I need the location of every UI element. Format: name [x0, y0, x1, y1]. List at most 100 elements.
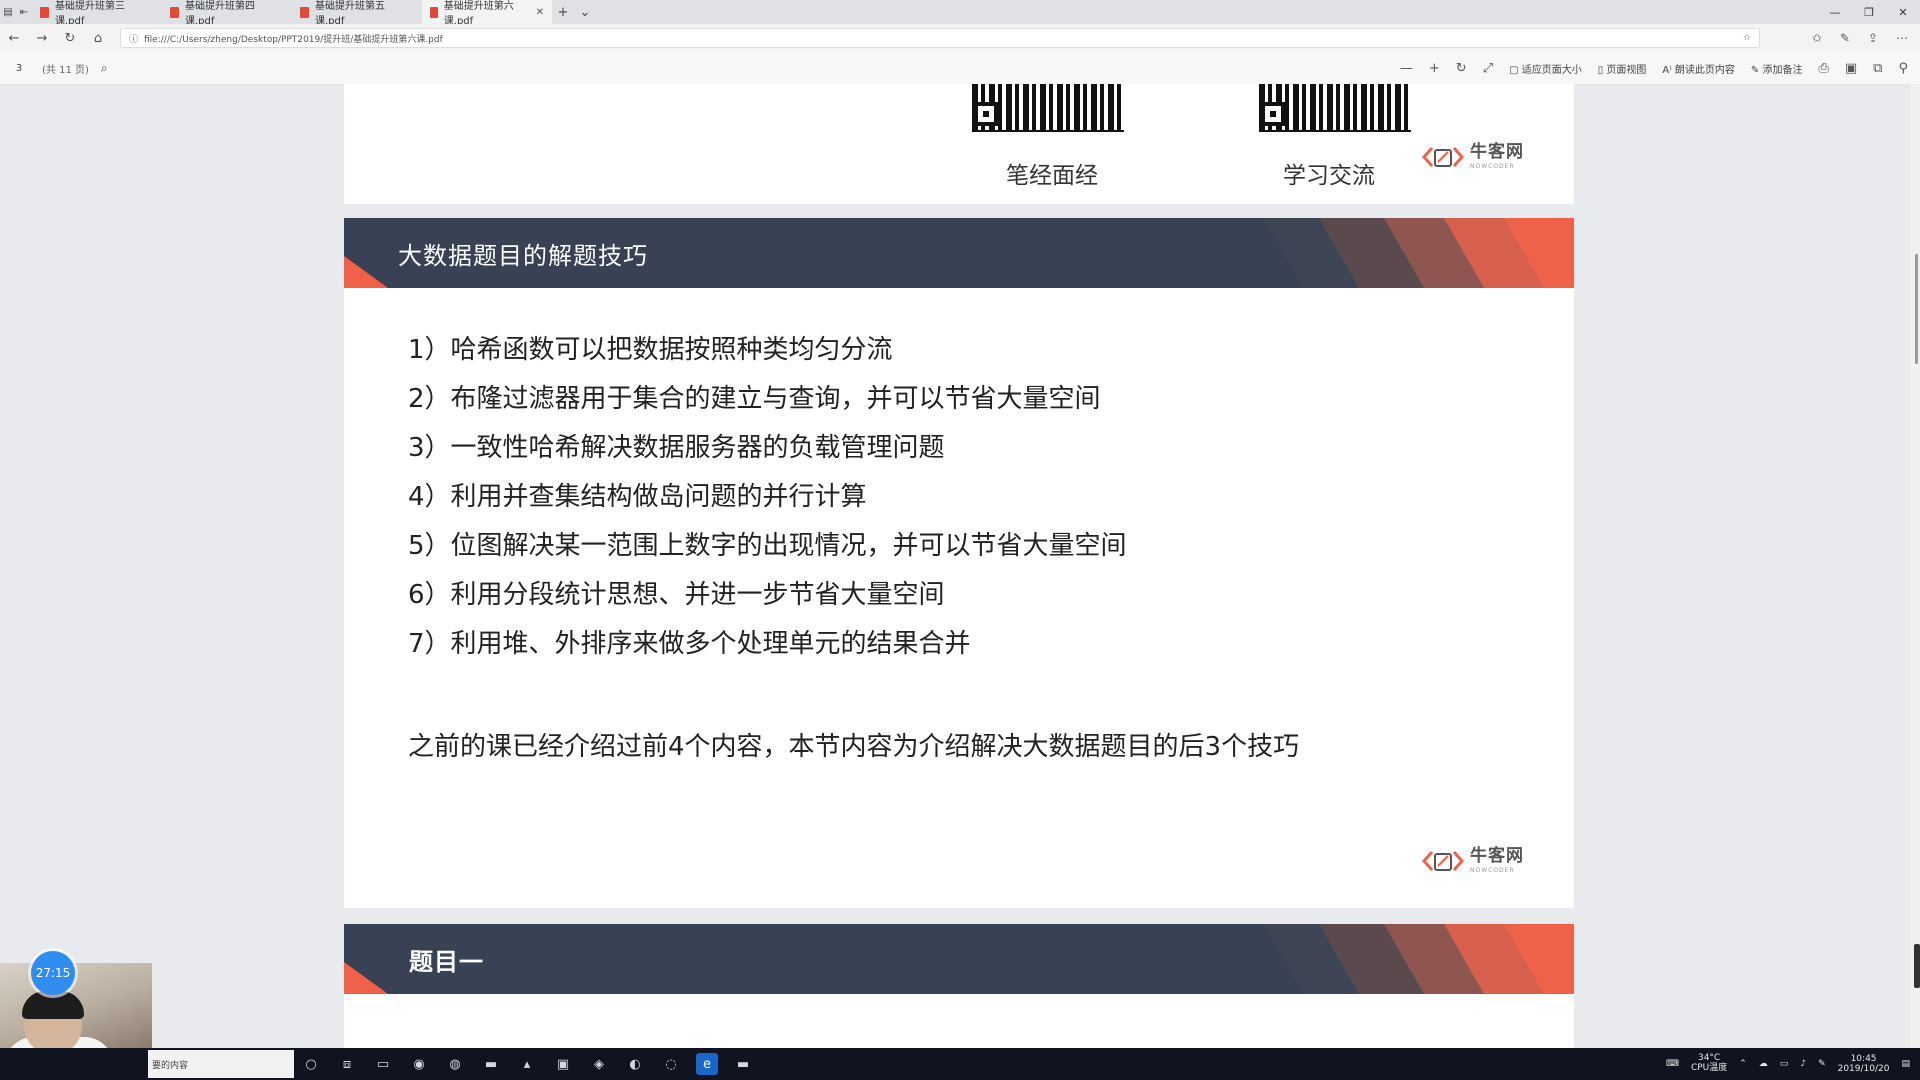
cpu-temp-label: CPU温度 [1690, 1063, 1728, 1073]
firefox-icon[interactable]: ◍ [444, 1053, 466, 1075]
system-tray: ⌨ 34°C CPU温度 ⌃ ☁ ▭ ♪ ✎ 10:45 2019/10/20 … [1666, 1048, 1910, 1080]
home-icon[interactable]: ⌂ [84, 31, 112, 46]
add-notes-label: 添加备注 [1762, 64, 1803, 76]
tab-3[interactable]: 基础提升班第五课.pdf [292, 0, 422, 27]
page-count: (共 11 页) [42, 64, 89, 76]
pdf-toolbar: 3 (共 11 页) ⌕ — + ↻ ⤢ ▢ 适应页面大小 ▯ 页面视图 A⁾ … [0, 52, 1920, 85]
slide-title: 大数据题目的解题技巧 [398, 241, 648, 270]
cloud-icon[interactable]: ☁ [1759, 1059, 1768, 1069]
qr-code-left [972, 84, 1124, 132]
slide-note: 之前的课已经介绍过前4个内容，本节内容为介绍解决大数据题目的后3个技巧 [408, 732, 1300, 762]
slide-header: 大数据题目的解题技巧 [344, 218, 1574, 288]
pdf-page-next: 题目一 [344, 924, 1574, 1048]
slide-header: 题目一 [344, 924, 1574, 994]
header-decoration [344, 924, 1574, 994]
timer-badge: 27:15 [31, 951, 75, 995]
taskbar-apps: ○ ⧈ ▭ ◉ ◍ ▬ ▴ ▣ ◈ ◐ ◌ e ▬ [300, 1048, 754, 1080]
page-view-label: 页面视图 [1606, 64, 1647, 76]
zoom-out-icon[interactable]: — [1400, 61, 1413, 76]
tab-list-chevron-icon[interactable]: ⌄ [574, 5, 596, 20]
cortana-icon[interactable]: ○ [300, 1053, 322, 1075]
taskbar-search[interactable]: 要的内容 [148, 1050, 294, 1078]
app-icon[interactable]: ▣ [552, 1053, 574, 1075]
volume-icon[interactable]: ♪ [1800, 1059, 1806, 1069]
app-icon[interactable]: ▴ [516, 1053, 538, 1075]
pdf-page-current: 大数据题目的解题技巧 1）哈希函数可以把数据按照种类均匀分流 2）布隆过滤器用于… [344, 218, 1574, 908]
tab-title: 基础提升班第三课.pdf [54, 1, 125, 27]
file-explorer-icon[interactable]: ▭ [372, 1053, 394, 1075]
fit-page-button[interactable]: ▢ 适应页面大小 [1509, 61, 1582, 76]
pdf-icon [170, 6, 179, 18]
app-icon[interactable]: ◈ [588, 1053, 610, 1075]
logo-text-en: NOWCODER [1470, 867, 1515, 874]
logo-text-cn: 牛客网 [1470, 142, 1524, 162]
minimize-icon[interactable]: — [1818, 0, 1852, 24]
fullscreen-icon[interactable]: ⤢ [1483, 61, 1493, 76]
add-notes-button[interactable]: ✎ 添加备注 [1751, 61, 1803, 76]
network-icon[interactable]: ▭ [1780, 1059, 1789, 1069]
back-tabs-icon[interactable]: ⇤ [16, 0, 32, 24]
read-aloud-label: 朗读此页内容 [1674, 64, 1735, 76]
tab-1[interactable]: 基础提升班第三课.pdf [32, 0, 162, 27]
clock[interactable]: 10:45 2019/10/20 [1838, 1054, 1890, 1075]
list-item: 7）利用堆、外排序来做多个处理单元的结果合并 [408, 629, 971, 659]
window-controls: — ❐ ✕ [1818, 0, 1920, 24]
restore-icon[interactable]: ❐ [1852, 0, 1886, 24]
tab-title: 基础提升班第四课.pdf [184, 1, 255, 27]
print-icon[interactable]: ⎙ [1818, 61, 1828, 76]
tab-4-active[interactable]: 基础提升班第六课.pdf ✕ [422, 0, 552, 27]
favorites-icon[interactable]: ✩ [1812, 31, 1822, 45]
app-icon[interactable]: ▬ [732, 1053, 754, 1075]
list-item: 4）利用并查集结构做岛问题的并行计算 [408, 482, 867, 512]
tray-chevron-icon[interactable]: ⌃ [1739, 1059, 1747, 1069]
app-icon[interactable]: ◌ [660, 1053, 682, 1075]
pdf-toolbar-actions: — + ↻ ⤢ ▢ 适应页面大小 ▯ 页面视图 A⁾ 朗读此页内容 ✎ 添加备注… [1400, 52, 1908, 84]
share-icon[interactable]: ⇪ [1868, 31, 1878, 45]
rotate-icon[interactable]: ↻ [1456, 61, 1467, 76]
taskbar: 要的内容 ○ ⧈ ▭ ◉ ◍ ▬ ▴ ▣ ◈ ◐ ◌ e ▬ ⌨ 34°C CP… [0, 1048, 1920, 1080]
read-aloud-button[interactable]: A⁾ 朗读此页内容 [1662, 61, 1734, 76]
new-tab-icon[interactable]: + [552, 5, 574, 20]
pen-icon[interactable]: ✎ [1818, 1059, 1826, 1069]
refresh-icon[interactable]: ↻ [56, 31, 84, 46]
scrollbar[interactable] [1910, 84, 1920, 1048]
webcam-overlay [0, 963, 152, 1048]
scrollbar-thumb[interactable] [1915, 254, 1918, 364]
task-view-icon[interactable]: ⧈ [336, 1053, 358, 1075]
url-field[interactable]: ⓘ file:///C:/Users/zheng/Desktop/PPT2019… [120, 28, 1760, 48]
zoom-in-icon[interactable]: + [1429, 61, 1440, 76]
pen-icon[interactable]: ✎ [1840, 31, 1850, 45]
notification-icon[interactable]: ▤ [1901, 1059, 1910, 1069]
tips-list: 1）哈希函数可以把数据按照种类均匀分流 2）布隆过滤器用于集合的建立与查询，并可… [408, 326, 1127, 669]
back-icon[interactable]: ← [0, 31, 28, 46]
save-as-icon[interactable]: ⧉ [1873, 61, 1882, 76]
nowcoder-logo: 牛客网 NOWCODER [1422, 846, 1524, 876]
tab-2[interactable]: 基础提升班第四课.pdf [162, 0, 292, 27]
more-icon[interactable]: ⋯ [1896, 31, 1908, 45]
qr-right-label: 学习交流 [1283, 163, 1375, 189]
qr-code-right [1259, 84, 1411, 132]
tab-actions-icon[interactable]: ▤ [0, 0, 16, 24]
scroll-marker [1914, 944, 1920, 988]
app-icon[interactable]: ▬ [480, 1053, 502, 1075]
forward-icon[interactable]: → [28, 31, 56, 46]
edge-icon-active[interactable]: e [696, 1053, 718, 1075]
app-icon[interactable]: ◐ [624, 1053, 646, 1075]
favorite-star-icon[interactable]: ☆ [1743, 33, 1751, 43]
chrome-icon[interactable]: ◉ [408, 1053, 430, 1075]
fit-page-label: 适应页面大小 [1521, 64, 1582, 76]
webcam-hair [22, 991, 84, 1019]
page-number-input[interactable]: 3 [10, 63, 28, 74]
save-icon[interactable]: ▣ [1845, 61, 1857, 76]
info-icon: ⓘ [129, 34, 139, 45]
search-icon[interactable]: ⌕ [101, 61, 108, 76]
pin-icon[interactable]: ⚲ [1898, 61, 1908, 76]
close-window-icon[interactable]: ✕ [1886, 0, 1920, 24]
list-item: 2）布隆过滤器用于集合的建立与查询，并可以节省大量空间 [408, 384, 1101, 414]
logo-text-cn: 牛客网 [1470, 846, 1524, 866]
keyboard-icon[interactable]: ⌨ [1666, 1059, 1679, 1069]
pdf-icon [300, 6, 309, 18]
clock-date: 2019/10/20 [1837, 1064, 1890, 1074]
close-tab-icon[interactable]: ✕ [536, 7, 544, 18]
page-view-button[interactable]: ▯ 页面视图 [1598, 61, 1647, 76]
